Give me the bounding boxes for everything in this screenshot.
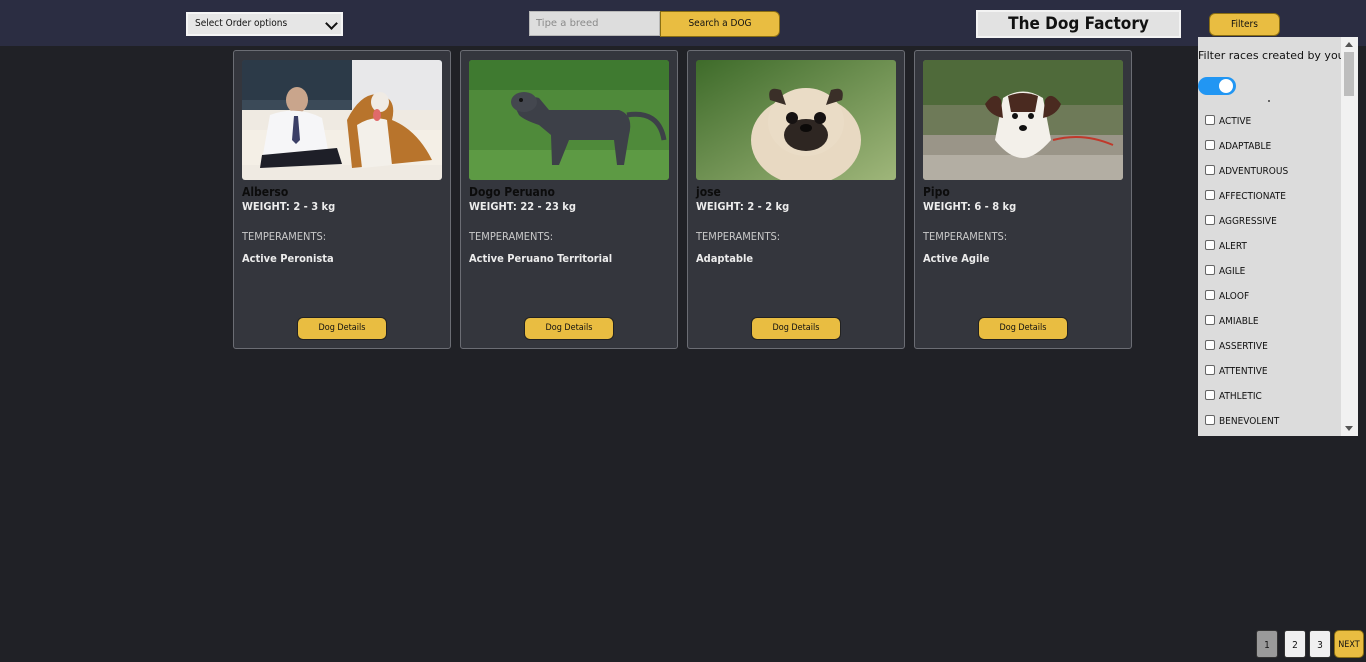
temperament-option-active[interactable]: ACTIVE: [1205, 115, 1252, 127]
checkbox[interactable]: [1205, 315, 1215, 325]
dog-card: jose WEIGHT: 2 - 2 kg TEMPERAMENTS: Adap…: [687, 50, 905, 349]
filter-panel: Filter races created by you: ACTIVE ADAP…: [1198, 37, 1358, 436]
dog-photo: [696, 60, 896, 180]
option-label: ACTIVE: [1219, 116, 1252, 127]
order-select-value: Select Order options: [195, 18, 288, 29]
created-by-you-toggle[interactable]: [1198, 77, 1236, 95]
option-label: AMIABLE: [1219, 316, 1259, 327]
temperament-option-agile[interactable]: AGILE: [1205, 265, 1246, 277]
temperaments-label: TEMPERAMENTS:: [696, 230, 781, 243]
temperament-option-alert[interactable]: ALERT: [1205, 240, 1247, 252]
dog-weight: WEIGHT: 6 - 8 kg: [923, 200, 1017, 213]
chevron-down-icon: [325, 17, 338, 30]
option-label: ADAPTABLE: [1219, 141, 1272, 152]
option-label: ATHLETIC: [1219, 391, 1262, 402]
option-label: ALOOF: [1219, 291, 1250, 302]
filter-created-label: Filter races created by you:: [1198, 49, 1349, 62]
temperament-option-athletic[interactable]: ATHLETIC: [1205, 390, 1262, 402]
top-navbar: Select Order options Search a DOG The Do…: [0, 0, 1366, 46]
temperament-option-affectionate[interactable]: AFFECTIONATE: [1205, 190, 1286, 202]
dog-photo: [469, 60, 669, 180]
option-label: AGILE: [1219, 266, 1246, 277]
temperament-option-adventurous[interactable]: ADVENTUROUS: [1205, 165, 1289, 177]
toggle-knob: [1219, 79, 1233, 93]
checkbox[interactable]: [1205, 365, 1215, 375]
breed-search-input[interactable]: [529, 11, 660, 36]
checkbox[interactable]: [1205, 290, 1215, 300]
dog-details-button[interactable]: Dog Details: [751, 317, 841, 340]
option-label: ALERT: [1219, 241, 1247, 252]
dog-temperaments: Active Agile: [923, 252, 990, 265]
scroll-thumb[interactable]: [1344, 52, 1354, 96]
dog-photo: [242, 60, 442, 180]
checkbox[interactable]: [1205, 140, 1215, 150]
dog-temperaments: Adaptable: [696, 252, 754, 265]
checkbox[interactable]: [1205, 165, 1215, 175]
dog-photo: [923, 60, 1123, 180]
page-button-1[interactable]: 1: [1256, 630, 1278, 658]
temperament-option-benevolent[interactable]: BENEVOLENT: [1205, 415, 1280, 427]
checkbox[interactable]: [1205, 265, 1215, 275]
option-label: AGGRESSIVE: [1219, 216, 1277, 227]
dog-temperaments: Active Peruano Territorial: [469, 252, 613, 265]
order-select[interactable]: Select Order options: [186, 12, 343, 36]
temperaments-label: TEMPERAMENTS:: [923, 230, 1008, 243]
dog-name: Pipo: [923, 185, 950, 199]
scroll-up-icon[interactable]: [1345, 42, 1353, 47]
filters-button[interactable]: Filters: [1209, 13, 1280, 36]
next-page-button[interactable]: NEXT: [1334, 630, 1364, 658]
dog-name: jose: [696, 185, 721, 199]
dog-temperaments: Active Peronista: [242, 252, 334, 265]
filter-scrollbar[interactable]: [1341, 37, 1358, 436]
page-button-2[interactable]: 2: [1284, 630, 1306, 658]
dog-details-button[interactable]: Dog Details: [297, 317, 387, 340]
dog-details-button[interactable]: Dog Details: [524, 317, 614, 340]
dog-card: Dogo Peruano WEIGHT: 22 - 23 kg TEMPERAM…: [460, 50, 678, 349]
dog-name: Alberso: [242, 185, 289, 199]
checkbox[interactable]: [1205, 190, 1215, 200]
temperament-option-attentive[interactable]: ATTENTIVE: [1205, 365, 1268, 377]
checkbox[interactable]: [1205, 215, 1215, 225]
search-dog-button[interactable]: Search a DOG: [660, 11, 780, 37]
option-label: BENEVOLENT: [1219, 416, 1280, 427]
option-label: ASSERTIVE: [1219, 341, 1268, 352]
dog-name: Dogo Peruano: [469, 185, 555, 199]
option-label: ATTENTIVE: [1219, 366, 1268, 377]
temperament-option-amiable[interactable]: AMIABLE: [1205, 315, 1259, 327]
checkbox[interactable]: [1205, 115, 1215, 125]
checkbox[interactable]: [1205, 240, 1215, 250]
app-title[interactable]: The Dog Factory: [976, 10, 1181, 38]
checkbox[interactable]: [1205, 415, 1215, 425]
option-label: AFFECTIONATE: [1219, 191, 1286, 202]
temperament-option-adaptable[interactable]: ADAPTABLE: [1205, 140, 1272, 152]
page-button-3[interactable]: 3: [1309, 630, 1331, 658]
dog-weight: WEIGHT: 22 - 23 kg: [469, 200, 576, 213]
dog-details-button[interactable]: Dog Details: [978, 317, 1068, 340]
temperaments-label: TEMPERAMENTS:: [469, 230, 554, 243]
temperament-option-aggressive[interactable]: AGGRESSIVE: [1205, 215, 1277, 227]
temperaments-label: TEMPERAMENTS:: [242, 230, 327, 243]
divider-dot: [1268, 100, 1270, 102]
dog-card: Pipo WEIGHT: 6 - 8 kg TEMPERAMENTS: Acti…: [914, 50, 1132, 349]
checkbox[interactable]: [1205, 390, 1215, 400]
checkbox[interactable]: [1205, 340, 1215, 350]
dog-card: Alberso WEIGHT: 2 - 3 kg TEMPERAMENTS: A…: [233, 50, 451, 349]
temperament-option-assertive[interactable]: ASSERTIVE: [1205, 340, 1268, 352]
dog-weight: WEIGHT: 2 - 3 kg: [242, 200, 336, 213]
scroll-down-icon[interactable]: [1345, 426, 1353, 431]
dog-weight: WEIGHT: 2 - 2 kg: [696, 200, 790, 213]
temperament-option-aloof[interactable]: ALOOF: [1205, 290, 1250, 302]
option-label: ADVENTUROUS: [1219, 166, 1289, 177]
